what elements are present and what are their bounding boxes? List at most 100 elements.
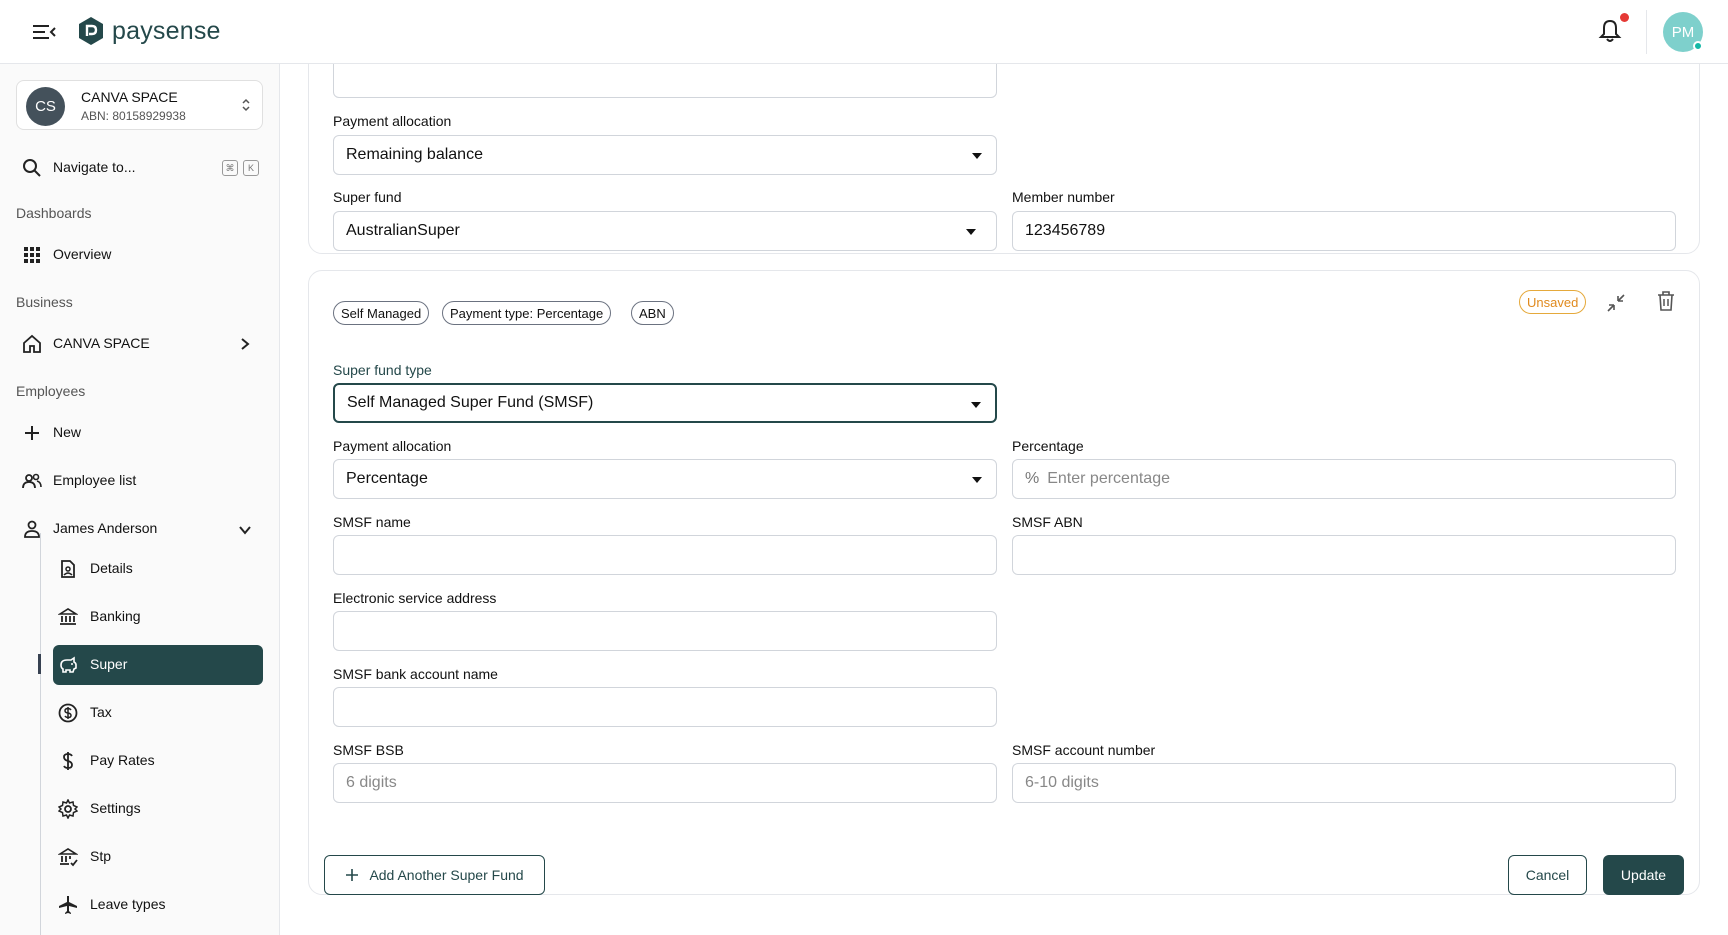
add-another-label: Add Another Super Fund [369, 867, 524, 883]
grid-icon [24, 247, 40, 263]
member-number-input[interactable]: 123456789 [1012, 211, 1676, 251]
smsf-name-input[interactable] [333, 535, 997, 575]
submenu-active-indicator [38, 654, 41, 674]
bsb-placeholder: 6 digits [346, 774, 397, 791]
paysense-logo-icon [79, 17, 103, 45]
unsaved-badge: Unsaved [1519, 290, 1587, 314]
smsf-account-number-input[interactable]: 6-10 digits [1012, 763, 1676, 803]
super-fund-type-value: Self Managed Super Fund (SMSF) [347, 394, 594, 411]
sidebar-item-stp[interactable]: Stp [53, 837, 263, 877]
section-dashboards: Dashboards [16, 205, 92, 221]
sidebar-item-pay-rates[interactable]: Pay Rates [53, 741, 263, 781]
header-divider [1646, 10, 1647, 54]
kbd-cmd: ⌘ [222, 160, 238, 176]
chevron-up-down-icon [242, 98, 250, 112]
collapse-icon[interactable] [1604, 291, 1628, 315]
sidebar-item-label: James Anderson [53, 520, 158, 536]
sidebar-item-label: New [53, 424, 82, 440]
super-fund-label: Super fund [333, 189, 402, 205]
payment-allocation-label: Payment allocation [333, 113, 452, 129]
payment-allocation-select[interactable]: Remaining balance [333, 135, 997, 175]
section-business: Business [16, 294, 73, 310]
super-fund-type-label: Super fund type [333, 362, 432, 378]
dollar-icon [63, 752, 73, 770]
percentage-placeholder: Enter percentage [1047, 470, 1170, 487]
sidebar-item-label: Super [90, 656, 128, 672]
super-fund-select[interactable]: AustralianSuper [333, 211, 997, 251]
person-icon [24, 520, 40, 538]
sidebar-item-employee[interactable]: James Anderson [16, 509, 263, 549]
sidebar-item-business-org[interactable]: CANVA SPACE [16, 324, 263, 364]
smsf-abn-input[interactable] [1012, 535, 1676, 575]
sidebar-item-overview[interactable]: Overview [16, 235, 263, 275]
sidebar-item-label: Details [90, 560, 133, 576]
organization-switcher[interactable]: CS CANVA SPACE ABN: 80158929938 [16, 80, 263, 130]
sidebar-item-leave-types[interactable]: Leave types [53, 885, 263, 925]
smsf-bank-account-name-input[interactable] [333, 687, 997, 727]
org-abn: ABN: 80158929938 [81, 109, 186, 123]
notification-dot [1620, 13, 1629, 22]
top-bar: paysense PM [0, 0, 1728, 64]
chevron-right-icon [241, 338, 250, 350]
update-button[interactable]: Update [1603, 855, 1684, 895]
chip-payment-type: Payment type: Percentage [442, 301, 612, 325]
plane-icon [59, 896, 77, 914]
sidebar-item-label: Overview [53, 246, 112, 262]
menu-collapse-icon[interactable] [32, 22, 56, 42]
sidebar-item-tax[interactable]: Tax [53, 693, 263, 733]
smsf-account-number-label: SMSF account number [1012, 742, 1156, 758]
payment-allocation-value: Remaining balance [346, 146, 483, 163]
super-fund-card-1: Payment allocation Remaining balance Sup… [308, 64, 1700, 254]
cancel-button[interactable]: Cancel [1508, 855, 1587, 895]
chip-self-managed: Self Managed [333, 301, 430, 325]
brand-name: paysense [112, 16, 221, 45]
sidebar-item-label: Tax [90, 704, 112, 720]
chevron-down-icon [239, 526, 251, 535]
electronic-service-address-input[interactable] [333, 611, 997, 651]
sidebar: CS CANVA SPACE ABN: 80158929938 Navigate… [0, 64, 280, 935]
smsf-bsb-input[interactable]: 6 digits [333, 763, 997, 803]
brand-logo[interactable]: paysense [78, 16, 221, 46]
caret-down-icon [966, 229, 976, 235]
section-employees: Employees [16, 383, 86, 399]
navigate-search[interactable]: Navigate to... ⌘ K [16, 150, 266, 184]
electronic-service-address-label: Electronic service address [333, 590, 497, 606]
people-icon [22, 473, 42, 489]
member-number-label: Member number [1012, 189, 1115, 205]
sidebar-item-label: Banking [90, 608, 141, 624]
piggy-bank-icon [60, 656, 77, 673]
plus-icon [25, 426, 39, 440]
percentage-input[interactable]: % Enter percentage [1012, 459, 1676, 499]
sidebar-item-label: Leave types [90, 896, 166, 912]
sidebar-item-details[interactable]: Details [53, 549, 263, 589]
super-fund-value: AustralianSuper [346, 222, 460, 239]
smsf-name-label: SMSF name [333, 514, 411, 530]
sidebar-item-employee-list[interactable]: Employee list [16, 461, 263, 501]
sidebar-item-banking[interactable]: Banking [53, 597, 263, 637]
submenu-rail [40, 533, 41, 935]
online-status-dot [1693, 41, 1703, 51]
sidebar-item-label: Employee list [53, 472, 137, 488]
sidebar-item-label: CANVA SPACE [53, 335, 150, 351]
sidebar-item-label: Settings [90, 800, 141, 816]
document-icon [61, 560, 75, 578]
add-another-super-fund-button[interactable]: Add Another Super Fund [324, 855, 545, 895]
sidebar-item-super[interactable]: Super [53, 645, 263, 685]
dollar-circle-icon [58, 703, 78, 723]
caret-down-icon [972, 153, 982, 159]
super-fund-type-select[interactable]: Self Managed Super Fund (SMSF) [333, 383, 997, 423]
super-fund-type-select-partial[interactable] [333, 64, 997, 98]
payment-allocation-select[interactable]: Percentage [333, 459, 997, 499]
trash-icon[interactable] [1654, 289, 1678, 313]
member-number-value: 123456789 [1025, 222, 1106, 239]
sidebar-item-settings[interactable]: Settings [53, 789, 263, 829]
smsf-abn-label: SMSF ABN [1012, 514, 1083, 530]
notification-bell-icon[interactable] [1598, 18, 1622, 44]
main-content: Payment allocation Remaining balance Sup… [281, 64, 1728, 935]
sidebar-item-label: Stp [90, 848, 112, 864]
sidebar-item-label: Pay Rates [90, 752, 155, 768]
payment-allocation-label: Payment allocation [333, 438, 452, 454]
sidebar-item-new[interactable]: New [16, 413, 263, 453]
account-number-placeholder: 6-10 digits [1025, 774, 1099, 791]
search-icon [23, 159, 41, 177]
